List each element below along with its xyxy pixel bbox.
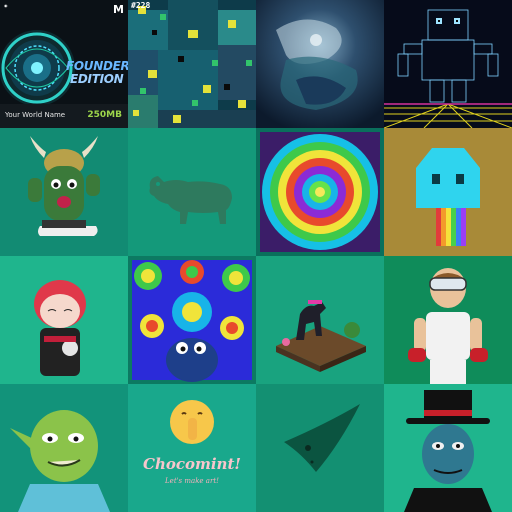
pixel-robot-art [384, 0, 512, 128]
tile-top-hat-alien[interactable] [384, 384, 512, 512]
world-name: Your World Name [5, 111, 66, 119]
tile-psychedelic-spiral[interactable] [256, 128, 384, 256]
tile-viking-cactus[interactable] [0, 128, 128, 256]
tile-cow-silhouette[interactable] [128, 128, 256, 256]
abstract-shape-art [256, 384, 384, 512]
tile-kokeshi-doll[interactable] [0, 256, 128, 384]
chocomint-emoji-art [128, 384, 256, 512]
tile-pixel-ghost-rainbow[interactable] [384, 128, 512, 256]
m-badge: M [113, 3, 124, 16]
horse-diorama-art [256, 256, 384, 384]
tile-founders-edition[interactable]: ◉ M FOUNDERS EDITION Your World Name 250… [0, 0, 128, 128]
founders-title-line2: EDITION [70, 72, 124, 86]
nft-gallery-grid: ◉ M FOUNDERS EDITION Your World Name 250… [0, 0, 512, 512]
chocomint-subtext: Let's make art! [165, 477, 219, 485]
tile-pixel-blocks[interactable]: #228 [128, 0, 256, 128]
cookie-monster-art [128, 256, 256, 384]
founders-title: FOUNDERS EDITION [66, 60, 128, 86]
tile-cookie-monster-trippy[interactable] [128, 256, 256, 384]
tile-pixel-robot-grid[interactable] [384, 0, 512, 128]
psychedelic-spiral-art [256, 128, 384, 256]
tile-green-goblin[interactable] [0, 384, 128, 512]
top-hat-alien-art [384, 384, 512, 512]
tile-abstract-shape[interactable] [256, 384, 384, 512]
tile-basketball-player[interactable] [384, 256, 512, 384]
basketball-player-art [384, 256, 512, 384]
kokeshi-doll-art [0, 256, 128, 384]
viking-cactus-art [0, 128, 128, 256]
green-goblin-art [0, 384, 128, 512]
pixel-blocks-art [128, 0, 256, 128]
tile-chocomint-emoji[interactable]: Chocomint! Let's make art! [128, 384, 256, 512]
creator-logo: ◉ [4, 3, 8, 8]
tile-deep-sea-scene[interactable] [256, 0, 384, 128]
deep-sea-art [256, 0, 384, 128]
pixel-ghost-art [384, 128, 512, 256]
chocomint-text: Chocomint! [143, 455, 241, 473]
tag-label: #228 [131, 1, 151, 10]
tile-horse-diorama[interactable] [256, 256, 384, 384]
cow-silhouette-art [128, 128, 256, 256]
world-size: 250MB [87, 110, 122, 120]
